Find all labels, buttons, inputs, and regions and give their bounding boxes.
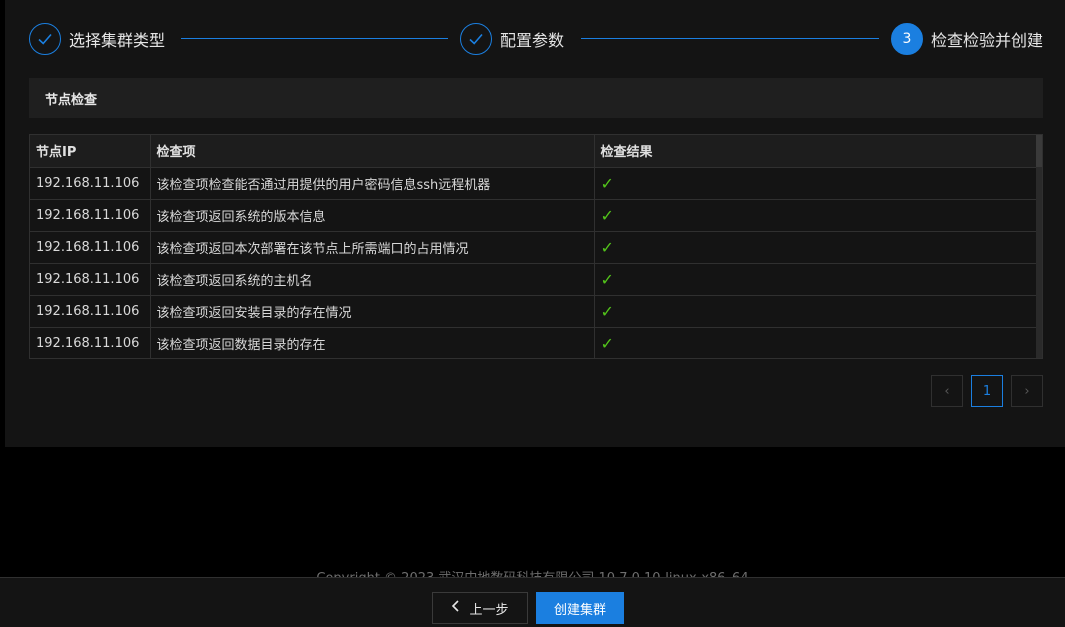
cell-item: 该检查项返回安装目录的存在情况 bbox=[150, 295, 595, 328]
check-icon: ✓ bbox=[594, 231, 1038, 264]
step-configure-params[interactable]: 配置参数 bbox=[460, 22, 564, 56]
wizard-panel: 选择集群类型 配置参数 3 检查检验并创建 节点检查 节点IP 检查项 检查结果… bbox=[5, 0, 1065, 447]
node-check-table: 节点IP 检查项 检查结果 192.168.11.106 该检查项检查能否通过用… bbox=[29, 134, 1043, 359]
previous-step-label: 上一步 bbox=[469, 602, 509, 618]
check-icon: ✓ bbox=[594, 295, 1038, 328]
create-cluster-button[interactable]: 创建集群 bbox=[536, 592, 624, 624]
check-icon: ✓ bbox=[594, 199, 1038, 232]
previous-step-button[interactable]: 上一步 bbox=[432, 592, 528, 624]
cell-ip: 192.168.11.106 bbox=[30, 263, 151, 296]
step-select-cluster-type[interactable]: 选择集群类型 bbox=[29, 22, 165, 56]
page-number-button[interactable]: 1 bbox=[971, 375, 1003, 407]
column-header-item: 检查项 bbox=[150, 135, 595, 168]
cell-ip: 192.168.11.106 bbox=[30, 167, 151, 200]
step-number: 3 bbox=[891, 23, 923, 55]
table-row: 192.168.11.106 该检查项返回数据目录的存在 ✓ bbox=[30, 327, 1038, 358]
cell-item: 该检查项检查能否通过用提供的用户密码信息ssh远程机器 bbox=[150, 167, 595, 200]
step-done-icon bbox=[29, 23, 61, 55]
pagination: ‹ 1 › bbox=[931, 375, 1043, 407]
column-header-result: 检查结果 bbox=[594, 135, 1038, 168]
cell-item: 该检查项返回本次部署在该节点上所需端口的占用情况 bbox=[150, 231, 595, 264]
cell-item: 该检查项返回系统的版本信息 bbox=[150, 199, 595, 232]
step-title: 检查检验并创建 bbox=[931, 31, 1044, 50]
cell-item: 该检查项返回系统的主机名 bbox=[150, 263, 595, 296]
table-row: 192.168.11.106 该检查项检查能否通过用提供的用户密码信息ssh远程… bbox=[30, 167, 1038, 200]
scrollbar-thumb[interactable] bbox=[1036, 135, 1042, 167]
section-title: 节点检查 bbox=[45, 92, 98, 108]
table-row: 192.168.11.106 该检查项返回系统的版本信息 ✓ bbox=[30, 199, 1038, 232]
step-done-icon bbox=[460, 23, 492, 55]
cell-item: 该检查项返回数据目录的存在 bbox=[150, 327, 595, 358]
step-title: 选择集群类型 bbox=[69, 31, 166, 50]
table-header-row: 节点IP 检查项 检查结果 bbox=[30, 135, 1038, 168]
table-scrollbar[interactable] bbox=[1036, 135, 1042, 358]
step-divider bbox=[581, 38, 879, 39]
check-icon: ✓ bbox=[594, 263, 1038, 296]
next-page-button[interactable]: › bbox=[1011, 375, 1043, 407]
step-title: 配置参数 bbox=[500, 31, 565, 50]
step-divider bbox=[181, 38, 448, 39]
cell-ip: 192.168.11.106 bbox=[30, 231, 151, 264]
section-header: 节点检查 bbox=[29, 78, 1043, 118]
step-check-and-create[interactable]: 3 检查检验并创建 bbox=[891, 22, 1043, 56]
table-row: 192.168.11.106 该检查项返回本次部署在该节点上所需端口的占用情况 … bbox=[30, 231, 1038, 264]
cell-ip: 192.168.11.106 bbox=[30, 295, 151, 328]
cell-ip: 192.168.11.106 bbox=[30, 327, 151, 358]
column-header-ip: 节点IP bbox=[30, 135, 151, 168]
create-cluster-label: 创建集群 bbox=[553, 602, 606, 618]
table-row: 192.168.11.106 该检查项返回安装目录的存在情况 ✓ bbox=[30, 295, 1038, 328]
bottom-action-bar: 上一步 创建集群 bbox=[0, 577, 1065, 627]
check-icon: ✓ bbox=[594, 327, 1038, 358]
table-row: 192.168.11.106 该检查项返回系统的主机名 ✓ bbox=[30, 263, 1038, 296]
cell-ip: 192.168.11.106 bbox=[30, 199, 151, 232]
steps-bar: 选择集群类型 配置参数 3 检查检验并创建 bbox=[29, 22, 1049, 56]
chevron-left-icon bbox=[451, 600, 461, 616]
prev-page-button[interactable]: ‹ bbox=[931, 375, 963, 407]
check-icon: ✓ bbox=[594, 167, 1038, 200]
